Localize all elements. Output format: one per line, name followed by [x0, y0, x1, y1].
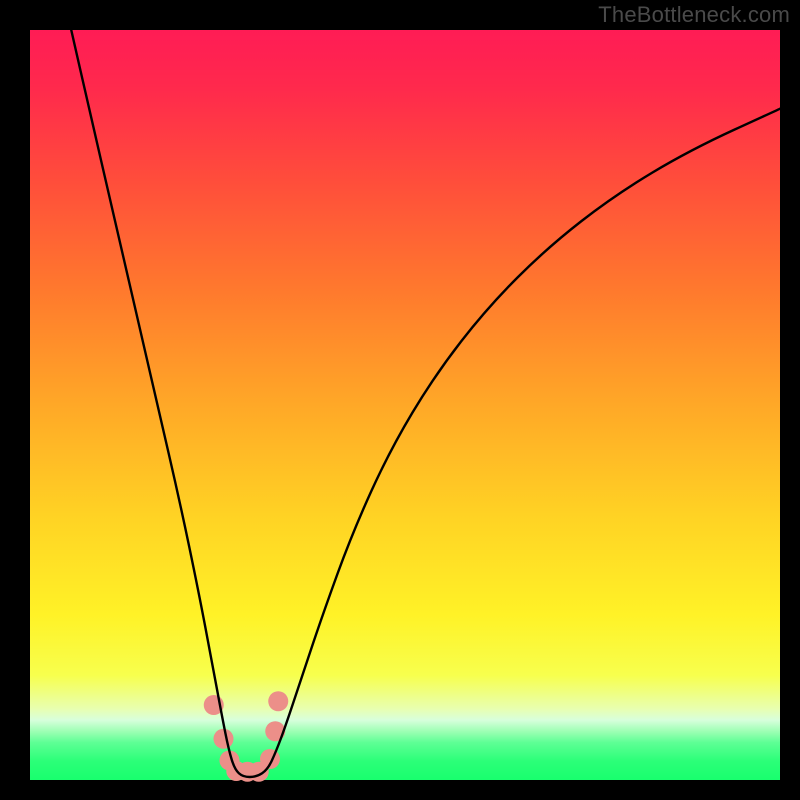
marker-dot	[268, 691, 288, 711]
gradient-background	[30, 30, 780, 780]
watermark-text: TheBottleneck.com	[598, 2, 790, 28]
marker-dot	[214, 729, 234, 749]
bottleneck-chart	[0, 0, 800, 800]
chart-frame: TheBottleneck.com	[0, 0, 800, 800]
